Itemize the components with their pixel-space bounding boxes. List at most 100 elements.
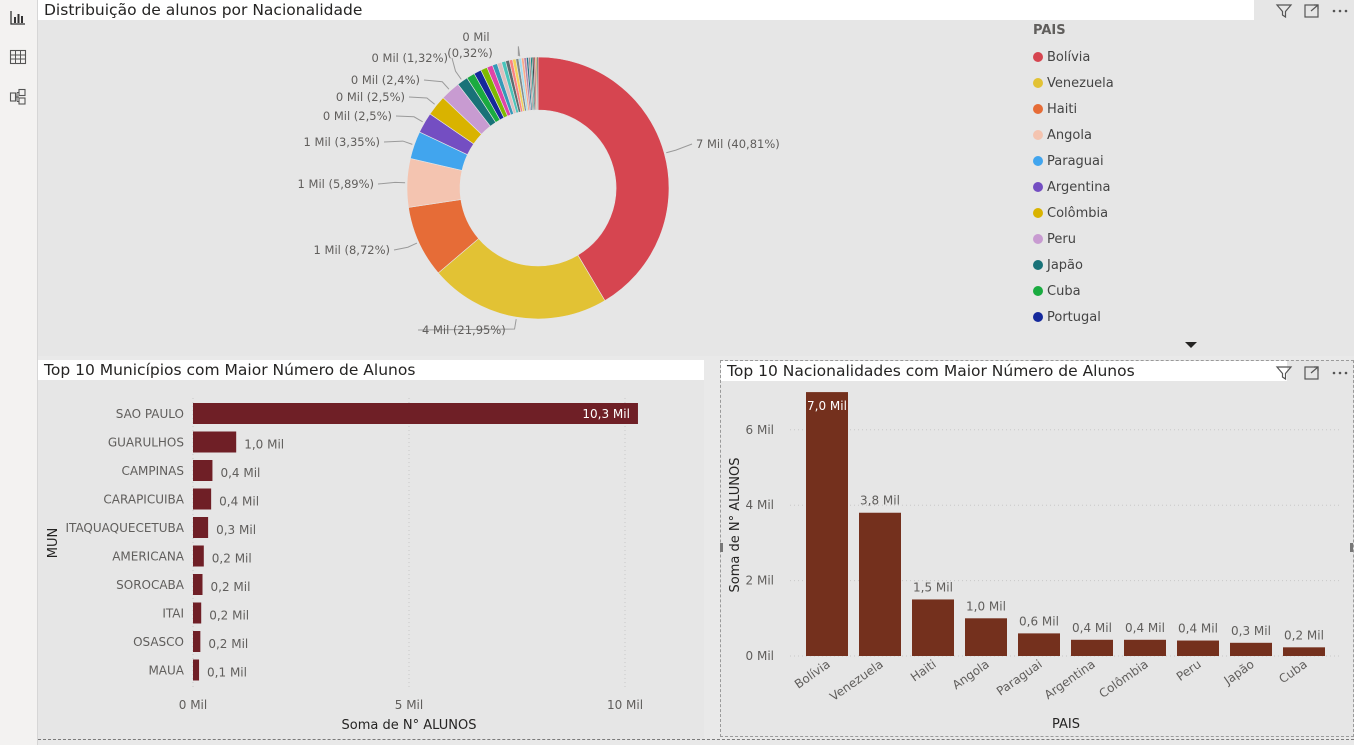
- data-label: 0,4 Mil: [1178, 622, 1218, 636]
- bar[interactable]: [193, 602, 202, 624]
- category-label: Cuba: [1276, 657, 1309, 686]
- legend-item[interactable]: Haiti: [1033, 96, 1114, 122]
- category-label: Bolívia: [792, 657, 833, 691]
- data-label: 3,8 Mil: [860, 494, 900, 508]
- legend-item[interactable]: Venezuela: [1033, 70, 1114, 96]
- data-label: 7,0 Mil: [807, 399, 847, 413]
- legend-marker: [1033, 104, 1043, 114]
- focus-mode-icon[interactable]: [1302, 2, 1322, 20]
- y-tick-label: 2 Mil: [746, 574, 774, 588]
- legend-item[interactable]: Argentina: [1033, 174, 1114, 200]
- category-label: AMERICANA: [112, 550, 185, 564]
- category-label: Paraguai: [994, 657, 1045, 698]
- leader-line: [377, 181, 406, 185]
- data-label: 0 Mil (2,4%): [351, 73, 420, 87]
- legend-item[interactable]: Paraguai: [1033, 148, 1114, 174]
- legend-item[interactable]: Japão: [1033, 252, 1114, 278]
- bar[interactable]: [193, 545, 204, 567]
- category-label: CAMPINAS: [121, 464, 184, 478]
- legend-marker: [1033, 260, 1043, 270]
- category-label: Angola: [950, 657, 992, 692]
- resize-handle[interactable]: [1350, 543, 1353, 552]
- category-label: Argentina: [1042, 657, 1098, 702]
- legend-marker: [1033, 286, 1043, 296]
- x-tick-label: 5 Mil: [395, 698, 423, 712]
- legend-item[interactable]: Cuba: [1033, 278, 1114, 304]
- legend-label: Haiti: [1047, 101, 1078, 117]
- bar[interactable]: [193, 431, 237, 453]
- resize-handle[interactable]: [1032, 360, 1042, 361]
- resize-handle[interactable]: [720, 543, 723, 552]
- data-label: 0,4 Mil: [220, 466, 260, 480]
- data-label: 0,1 Mil: [207, 666, 247, 680]
- legend-item[interactable]: Angola: [1033, 122, 1114, 148]
- bar[interactable]: [1177, 640, 1219, 656]
- bar[interactable]: [193, 631, 201, 652]
- data-label: 1 Mil (5,89%): [298, 177, 374, 191]
- bar[interactable]: [1124, 639, 1166, 656]
- category-label: Peru: [1174, 657, 1204, 684]
- leader-line: [383, 140, 413, 145]
- bar[interactable]: [193, 403, 638, 424]
- y-axis-title: Soma de N° ALUNOS: [728, 458, 743, 593]
- legend-label: Argentina: [1047, 179, 1111, 195]
- nacionalidades-bar-chart: 0 Mil 2 Mil 4 Mil 6 Mil 7,0 Mil Bolívia 3,8 Mi…: [720, 360, 1353, 732]
- data-label: 0,2 Mil: [1284, 628, 1324, 642]
- data-label: 1,0 Mil: [244, 438, 284, 452]
- more-options-icon[interactable]: [1330, 2, 1350, 20]
- data-label: 0,3 Mil: [216, 523, 256, 537]
- legend-marker: [1033, 156, 1043, 166]
- data-label: 1,0 Mil: [966, 599, 1006, 613]
- legend-label: Colômbia: [1047, 205, 1109, 221]
- legend-label: Angola: [1047, 127, 1092, 143]
- bar[interactable]: [912, 599, 954, 656]
- data-label: 0,2 Mil: [208, 637, 248, 651]
- data-label: 1 Mil (3,35%): [304, 135, 380, 149]
- leader-line: [517, 46, 521, 57]
- legend-marker: [1033, 52, 1043, 62]
- bar[interactable]: [193, 574, 203, 595]
- category-label: Colômbia: [1096, 657, 1150, 701]
- bar[interactable]: [193, 488, 212, 510]
- bar[interactable]: [1071, 639, 1113, 656]
- bar[interactable]: [193, 659, 200, 681]
- legend-label: Bolívia: [1047, 49, 1091, 65]
- data-label: 0,2 Mil: [211, 580, 251, 594]
- donut-chart: 7 Mil (40,81%) 4 Mil (21,95%) 1 Mil (8,72%…: [298, 30, 780, 337]
- legend-marker: [1033, 234, 1043, 244]
- legend-label: Venezuela: [1047, 75, 1114, 91]
- donut-legend: Bolívia Venezuela Haiti Angola Paraguai Argen…: [1033, 44, 1114, 330]
- donut-visual-header: [1274, 2, 1350, 20]
- bar[interactable]: [806, 392, 848, 656]
- legend-item[interactable]: Peru: [1033, 226, 1114, 252]
- legend-item[interactable]: Colômbia: [1033, 200, 1114, 226]
- bar[interactable]: [1230, 642, 1272, 656]
- legend-item[interactable]: Bolívia: [1033, 44, 1114, 70]
- legend-item[interactable]: Portugal: [1033, 304, 1114, 330]
- bar[interactable]: [1018, 633, 1060, 656]
- filter-icon[interactable]: [1274, 2, 1294, 20]
- data-label: 0,3 Mil: [1231, 624, 1271, 638]
- legend-scroll-down-icon[interactable]: [1184, 341, 1198, 349]
- legend-marker: [1033, 130, 1043, 140]
- bar[interactable]: [193, 460, 213, 481]
- municipios-bar-chart: 0 Mil 5 Mil 10 Mil SAO PAULO 10,3 Mil GUARULH…: [46, 398, 643, 733]
- category-label: OSASCO: [133, 635, 184, 649]
- bar[interactable]: [1283, 647, 1325, 656]
- legend-label: Paraguai: [1047, 153, 1104, 169]
- donut-slice[interactable]: [536, 56, 539, 111]
- category-label: ITAI: [162, 607, 184, 621]
- data-label: 10,3 Mil: [582, 407, 630, 421]
- category-label: MAUA: [148, 664, 184, 678]
- legend-title: PAIS: [1033, 23, 1066, 38]
- legend-marker: [1033, 182, 1043, 192]
- bar[interactable]: [965, 618, 1007, 656]
- bar[interactable]: [193, 517, 209, 538]
- legend-marker: [1033, 78, 1043, 88]
- data-label: 1,5 Mil: [913, 580, 953, 594]
- x-tick-label: 10 Mil: [607, 698, 643, 712]
- bar[interactable]: [859, 512, 901, 656]
- x-tick-label: 0 Mil: [179, 698, 207, 712]
- leader-line: [451, 57, 462, 80]
- data-label: 0,2 Mil: [209, 609, 249, 623]
